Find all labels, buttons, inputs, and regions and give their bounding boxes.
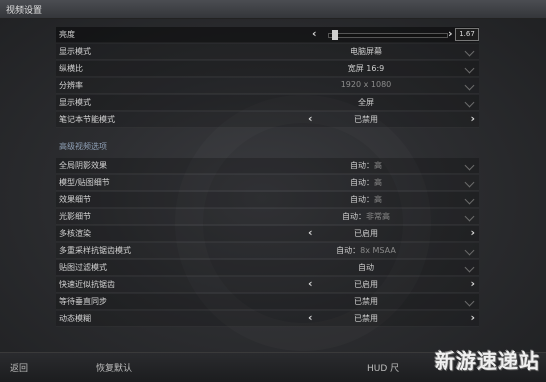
settings-panel: 亮度 ‹ › 1.67 显示模式 电脑屏幕 纵横比 宽屏 16:9 分辨率 19… <box>56 27 479 328</box>
value-level: 高 <box>374 161 382 170</box>
setting-row-window-mode[interactable]: 显示模式 全屏 <box>56 95 479 111</box>
setting-value: 自动：8x MSAA <box>296 245 436 256</box>
setting-row-motion-blur[interactable]: 动态模糊 ‹ 已禁用 › <box>56 311 479 327</box>
setting-row-vsync[interactable]: 等待垂直同步 已禁用 <box>56 294 479 310</box>
setting-row-texture-filter[interactable]: 贴图过滤模式 自动 <box>56 260 479 276</box>
value-mode: 自动： <box>350 178 374 187</box>
setting-value: 宽屏 16:9 <box>347 64 385 73</box>
chevron-down-icon[interactable] <box>464 63 475 74</box>
setting-value: 电脑屏幕 <box>350 47 382 56</box>
setting-value: 自动：高 <box>296 177 436 188</box>
setting-value: 已启用 <box>354 229 378 238</box>
setting-value: 自动：非常高 <box>296 211 436 222</box>
back-button[interactable]: 返回 <box>10 361 28 374</box>
arrow-right-icon[interactable]: › <box>470 311 475 324</box>
setting-label: 显示模式 <box>59 98 91 107</box>
setting-value: 已禁用 <box>354 297 378 306</box>
setting-row-global-shadow[interactable]: 全局阴影效果 自动：高 <box>56 158 479 174</box>
setting-label: 多重采样抗锯齿模式 <box>59 246 131 255</box>
setting-label: 快速近似抗锯齿 <box>59 280 115 289</box>
value-mode: 自动： <box>350 161 374 170</box>
setting-row-effect-detail[interactable]: 效果细节 自动：高 <box>56 192 479 208</box>
value-mode: 自动： <box>336 246 361 255</box>
setting-row-multicore[interactable]: 多核渲染 ‹ 已启用 › <box>56 226 479 242</box>
setting-value: 自动：高 <box>296 160 436 171</box>
brightness-value: 1.67 <box>455 28 479 41</box>
setting-row-display-mode[interactable]: 显示模式 电脑屏幕 <box>56 44 479 60</box>
value-level: 高 <box>374 178 382 187</box>
setting-label: 光影细节 <box>59 212 91 221</box>
setting-row-resolution[interactable]: 分辨率 1920 x 1080 <box>56 78 479 94</box>
chevron-down-icon[interactable] <box>464 296 475 307</box>
setting-row-laptop-power[interactable]: 笔记本节能模式 ‹ 已禁用 › <box>56 112 479 128</box>
arrow-right-icon[interactable]: › <box>470 226 475 239</box>
reset-defaults-button[interactable]: 恢复默认 <box>96 361 132 374</box>
setting-label: 显示模式 <box>59 47 91 56</box>
setting-value: 1920 x 1080 <box>340 80 392 89</box>
chevron-down-icon[interactable] <box>464 211 475 222</box>
setting-value: 全屏 <box>358 98 374 107</box>
setting-row-model-texture[interactable]: 模型/贴图细节 自动：高 <box>56 175 479 191</box>
brightness-slider[interactable] <box>328 30 448 40</box>
chevron-down-icon[interactable] <box>464 245 475 256</box>
window-title: 视频设置 <box>6 6 43 16</box>
watermark: 新游速递站 <box>435 349 540 373</box>
hud-size-button[interactable]: HUD 尺 <box>367 361 399 374</box>
slider-decrease-icon[interactable]: ‹ <box>312 27 317 40</box>
setting-label: 全局阴影效果 <box>59 161 107 170</box>
setting-label: 多核渲染 <box>59 229 91 238</box>
value-level: 高 <box>374 195 382 204</box>
setting-label: 分辨率 <box>59 81 83 90</box>
chevron-down-icon[interactable] <box>464 46 475 57</box>
setting-label: 纵横比 <box>59 64 83 73</box>
chevron-down-icon[interactable] <box>464 97 475 108</box>
arrow-right-icon[interactable]: › <box>470 112 475 125</box>
value-level: 非常高 <box>366 212 390 221</box>
chevron-down-icon[interactable] <box>464 262 475 273</box>
chevron-down-icon[interactable] <box>464 177 475 188</box>
setting-row-msaa[interactable]: 多重采样抗锯齿模式 自动：8x MSAA <box>56 243 479 259</box>
setting-label: 等待垂直同步 <box>59 297 107 306</box>
setting-label: 模型/贴图细节 <box>59 178 110 187</box>
title-bar: 视频设置 <box>0 0 546 19</box>
setting-row-brightness: 亮度 ‹ › 1.67 <box>56 27 479 43</box>
setting-value: 已禁用 <box>354 314 378 323</box>
setting-label: 笔记本节能模式 <box>59 115 115 124</box>
setting-label: 亮度 <box>59 30 75 39</box>
setting-value: 已禁用 <box>354 115 378 124</box>
setting-row-aspect-ratio[interactable]: 纵横比 宽屏 16:9 <box>56 61 479 77</box>
slider-increase-icon[interactable]: › <box>448 27 453 40</box>
chevron-down-icon[interactable] <box>464 194 475 205</box>
value-level: 8x MSAA <box>360 246 396 255</box>
chevron-down-icon[interactable] <box>464 160 475 171</box>
setting-label: 效果细节 <box>59 195 91 204</box>
value-mode: 自动： <box>350 195 374 204</box>
section-heading: 高级视频选项 <box>56 140 479 154</box>
setting-row-fxaa[interactable]: 快速近似抗锯齿 ‹ 已启用 › <box>56 277 479 293</box>
setting-label: 动态模糊 <box>59 314 91 323</box>
chevron-down-icon[interactable] <box>464 80 475 91</box>
setting-label: 贴图过滤模式 <box>59 263 107 272</box>
value-mode: 自动： <box>342 212 366 221</box>
slider-thumb[interactable] <box>331 30 338 40</box>
setting-value: 已启用 <box>354 280 378 289</box>
section-title: 高级视频选项 <box>59 142 107 151</box>
setting-value: 自动：高 <box>296 194 436 205</box>
setting-row-shader-detail[interactable]: 光影细节 自动：非常高 <box>56 209 479 225</box>
setting-value: 自动 <box>358 263 374 272</box>
arrow-right-icon[interactable]: › <box>470 277 475 290</box>
